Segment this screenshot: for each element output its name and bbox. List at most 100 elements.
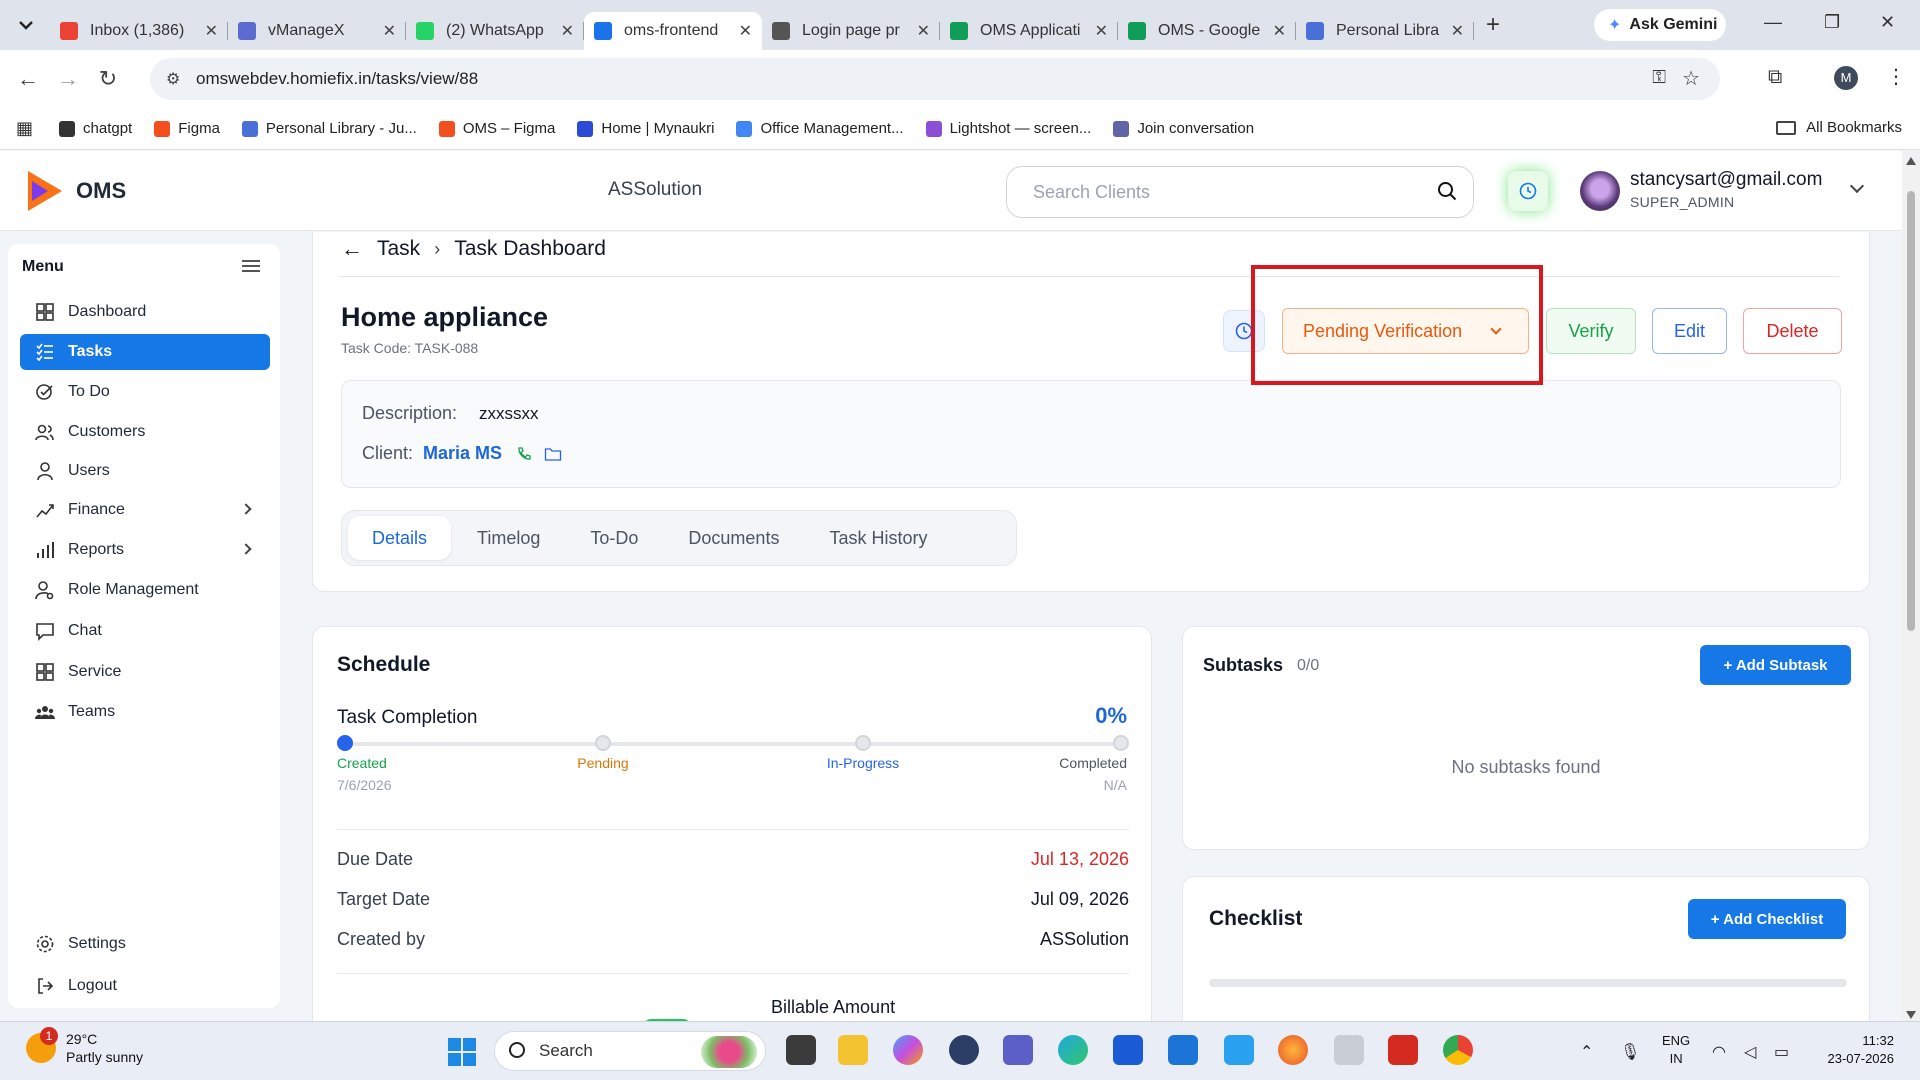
chrome-icon[interactable] [1443, 1035, 1473, 1065]
tab-timelog[interactable]: Timelog [453, 516, 564, 560]
hamburger-menu-icon[interactable] [242, 260, 260, 272]
eclipse-icon[interactable] [949, 1035, 979, 1065]
browser-profile-avatar[interactable]: M [1834, 66, 1858, 90]
edge-icon[interactable] [1058, 1035, 1088, 1065]
browser-tab[interactable]: Personal Libra ✕ [1296, 12, 1474, 50]
language-indicator[interactable]: ENG IN [1662, 1032, 1690, 1068]
mail-icon[interactable] [1334, 1035, 1364, 1065]
sidebar-item-finance[interactable]: Finance [20, 492, 270, 528]
add-checklist-button[interactable]: + Add Checklist [1688, 899, 1846, 939]
system-clock[interactable]: 11:32 23-07-2026 [1810, 1032, 1895, 1068]
bookmark-figma[interactable]: Figma [154, 120, 220, 137]
sidebar-item-to-do[interactable]: To Do [20, 374, 270, 410]
browser-menu-icon[interactable]: ⋮ [1886, 64, 1906, 89]
weather-widget[interactable]: 1 29°C Partly sunny [26, 1027, 143, 1066]
page-scrollbar[interactable] [1902, 151, 1920, 1021]
sidebar-item-tasks[interactable]: Tasks [20, 334, 270, 370]
user-avatar[interactable] [1580, 171, 1620, 211]
tab-search-button[interactable] [8, 7, 44, 43]
task-view-icon[interactable] [786, 1035, 816, 1065]
browser-tab[interactable]: Inbox (1,386) ✕ [50, 12, 228, 50]
taskbar-search[interactable]: Search [494, 1031, 766, 1071]
close-tab-icon[interactable]: ✕ [205, 21, 218, 41]
notepad-icon[interactable] [1224, 1035, 1254, 1065]
ask-gemini-button[interactable]: ✦ Ask Gemini [1594, 9, 1726, 41]
battery-icon[interactable]: ▭ [1774, 1042, 1789, 1062]
close-tab-icon[interactable]: ✕ [383, 21, 396, 41]
all-bookmarks-button[interactable]: All Bookmarks [1776, 119, 1902, 136]
browser-tab[interactable]: OMS - Google ✕ [1118, 12, 1296, 50]
close-tab-icon[interactable]: ✕ [1273, 21, 1286, 41]
browser-tab[interactable]: vManageX ✕ [228, 12, 406, 50]
tab-documents[interactable]: Documents [664, 516, 803, 560]
bookmark-office-management[interactable]: Office Management... [736, 120, 904, 137]
delete-button[interactable]: Delete [1743, 308, 1842, 354]
sidebar-item-teams[interactable]: Teams [20, 694, 270, 730]
sidebar-item-customers[interactable]: Customers [20, 414, 270, 450]
back-arrow-icon[interactable]: ← [341, 236, 363, 262]
sidebar-item-reports[interactable]: Reports [20, 532, 270, 568]
bookmark-lightshot-screen[interactable]: Lightshot — screen... [925, 120, 1091, 137]
close-tab-icon[interactable]: ✕ [561, 21, 574, 41]
sidebar-item-users[interactable]: Users [20, 453, 270, 489]
windows-start-icon[interactable] [448, 1038, 476, 1066]
password-key-icon[interactable]: ⚿ [1652, 67, 1666, 88]
tab-task-history[interactable]: Task History [805, 516, 951, 560]
sidebar-item-logout[interactable]: Logout [20, 968, 270, 1004]
close-tab-icon[interactable]: ✕ [1095, 21, 1108, 41]
close-tab-icon[interactable]: ✕ [1451, 21, 1464, 41]
show-hidden-icons-icon[interactable]: ⌃ [1580, 1042, 1593, 1062]
edit-button[interactable]: Edit [1652, 308, 1727, 354]
client-link[interactable]: Maria MS [423, 443, 502, 464]
wifi-icon[interactable]: ◠ [1712, 1042, 1726, 1062]
browser-tab[interactable]: Login page pr ✕ [762, 12, 940, 50]
tab-to-do[interactable]: To-Do [566, 516, 662, 560]
sidebar-item-dashboard[interactable]: Dashboard [20, 294, 270, 330]
address-bar[interactable]: ⚙ omswebdev.homiefix.in/tasks/view/88 ⚿ … [150, 58, 1720, 100]
bookmark-star-icon[interactable]: ☆ [1682, 66, 1700, 91]
extensions-icon[interactable]: ⧉ [1768, 66, 1782, 89]
client-search-input[interactable]: Search Clients [1006, 166, 1474, 218]
tab-details[interactable]: Details [348, 516, 452, 560]
apps-grid-icon[interactable]: ▦ [16, 118, 33, 139]
new-tab-button[interactable]: + [1486, 11, 1500, 39]
search-icon[interactable] [1437, 181, 1457, 201]
folder-icon[interactable] [544, 446, 562, 462]
close-tab-icon[interactable]: ✕ [739, 21, 752, 41]
breadcrumb-task[interactable]: Task [377, 237, 420, 261]
sidebar-item-service[interactable]: Service [20, 654, 270, 690]
browser-tab[interactable]: OMS Applicati ✕ [940, 12, 1118, 50]
mcafee-icon[interactable] [1388, 1035, 1418, 1065]
browser-tab[interactable]: (2) WhatsApp ✕ [406, 12, 584, 50]
bookmark-oms-figma[interactable]: OMS – Figma [438, 120, 555, 137]
bookmark-home-mynaukri[interactable]: Home | Mynaukri [577, 120, 714, 137]
microphone-icon[interactable]: 🎙 [1620, 1042, 1640, 1062]
jira-icon[interactable] [1113, 1035, 1143, 1065]
reload-icon[interactable]: ↻ [88, 66, 128, 92]
app-logo[interactable]: OMS [28, 171, 126, 211]
scroll-up-icon[interactable] [1906, 157, 1916, 165]
sidebar-item-role-management[interactable]: Role Management [20, 572, 270, 608]
bookmark-personal-library-ju[interactable]: Personal Library - Ju... [241, 120, 417, 137]
user-menu-chevron-icon[interactable] [1849, 178, 1865, 194]
scrollbar-thumb[interactable] [1907, 191, 1915, 631]
copilot-icon[interactable] [893, 1035, 923, 1065]
file-explorer-icon[interactable] [838, 1035, 868, 1065]
verify-button[interactable]: Verify [1546, 308, 1636, 354]
forward-arrow-icon[interactable]: → [48, 66, 88, 92]
store-icon[interactable] [1168, 1035, 1198, 1065]
back-arrow-icon[interactable]: ← [8, 66, 48, 92]
close-window-icon[interactable]: ✕ [1880, 12, 1895, 33]
bookmark-chatgpt[interactable]: chatgpt [59, 120, 132, 137]
phone-icon[interactable] [516, 446, 532, 462]
user-email[interactable]: stancysart@gmail.com [1630, 169, 1822, 191]
site-settings-icon[interactable]: ⚙ [166, 69, 180, 89]
bookmark-join-conversation[interactable]: Join conversation [1113, 120, 1254, 137]
close-tab-icon[interactable]: ✕ [917, 21, 930, 41]
firefox-icon[interactable] [1278, 1035, 1308, 1065]
volume-icon[interactable]: ◁ [1744, 1042, 1756, 1062]
scroll-down-icon[interactable] [1906, 1011, 1916, 1019]
add-subtask-button[interactable]: + Add Subtask [1700, 645, 1851, 685]
restore-window-icon[interactable]: ❐ [1824, 12, 1840, 33]
sidebar-item-settings[interactable]: Settings [20, 926, 270, 962]
